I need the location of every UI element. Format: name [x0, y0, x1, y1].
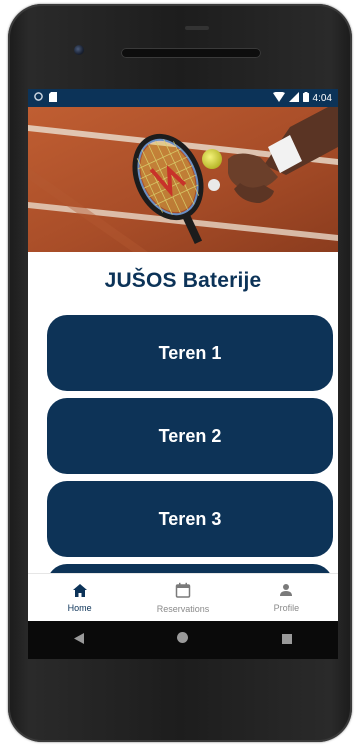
- bottom-navigation: Home Reservations Profile: [28, 573, 338, 621]
- wifi-icon: [272, 91, 285, 105]
- system-navigation-bar: [28, 621, 338, 659]
- nav-home[interactable]: Home: [28, 574, 131, 621]
- signal-icon: [288, 91, 299, 105]
- court-list: Teren 1 Teren 2 Teren 3: [28, 315, 338, 573]
- page-title: JUŠOS Baterije: [104, 269, 262, 292]
- top-notch: [185, 26, 209, 30]
- recents-square-icon[interactable]: [281, 631, 292, 649]
- court-button-2[interactable]: Teren 2: [47, 398, 333, 474]
- home-circle-icon[interactable]: [176, 631, 189, 649]
- clock-time: 4:04: [312, 92, 332, 104]
- status-bar: 4:04: [28, 89, 338, 107]
- hero-tennis-image: [28, 107, 338, 252]
- person-icon: [279, 583, 293, 603]
- sd-card-icon: [49, 91, 57, 105]
- front-camera: [74, 45, 84, 55]
- nav-reservations-label: Reservations: [156, 604, 210, 614]
- earpiece-speaker: [121, 48, 261, 58]
- nav-reservations[interactable]: Reservations: [131, 574, 234, 621]
- calendar-icon: [175, 582, 191, 604]
- nav-profile-label: Profile: [273, 603, 300, 613]
- battery-icon: [302, 91, 309, 105]
- tennis-scene-illustration: [28, 107, 338, 252]
- court-button-4[interactable]: [47, 564, 333, 573]
- app-screen: 4:04 JUŠOS Baterije Teren 1 Teren 2 Tere…: [28, 89, 338, 621]
- court-button-1[interactable]: Teren 1: [47, 315, 333, 391]
- circle-status-icon: [34, 92, 43, 104]
- back-triangle-icon[interactable]: [74, 631, 85, 649]
- nav-home-label: Home: [67, 602, 92, 613]
- nav-profile[interactable]: Profile: [235, 574, 338, 621]
- court-button-3[interactable]: Teren 3: [47, 481, 333, 557]
- home-icon: [72, 583, 87, 603]
